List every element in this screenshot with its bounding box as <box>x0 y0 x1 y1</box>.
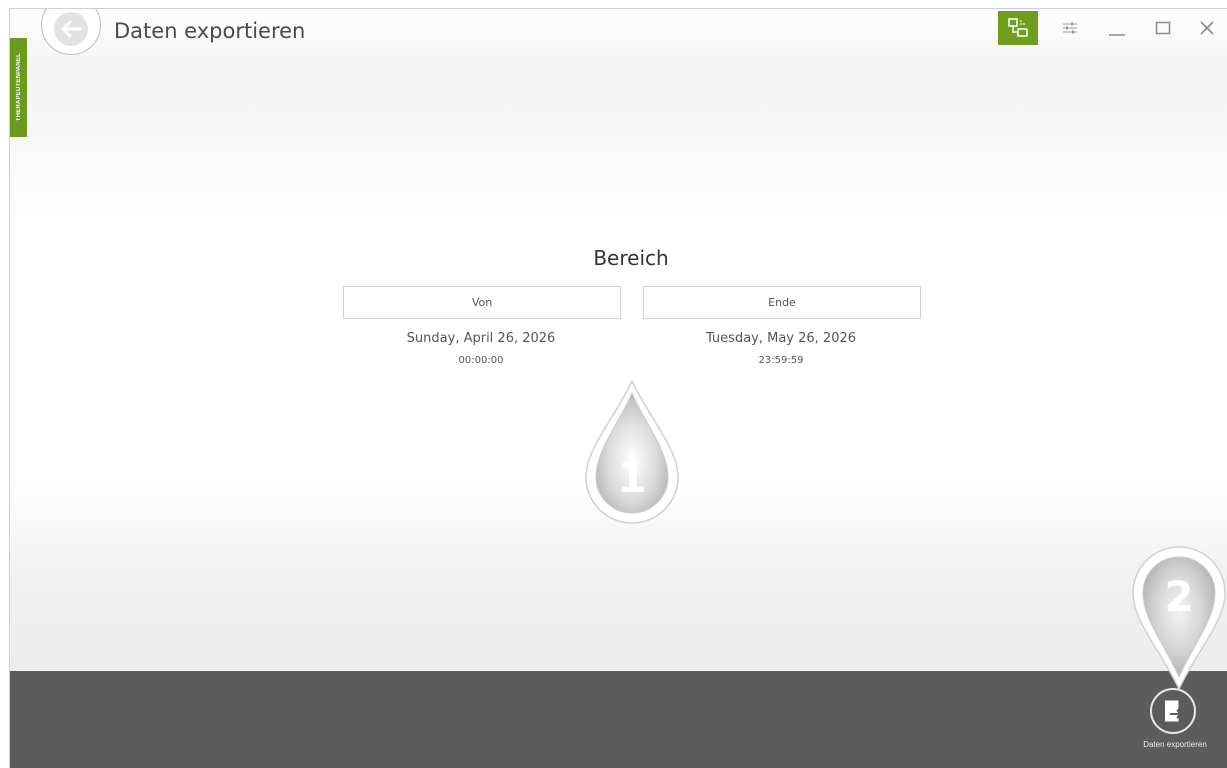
minimize-button[interactable] <box>1101 11 1133 45</box>
range-heading: Bereich <box>593 246 669 270</box>
network-devices-icon <box>1008 18 1028 37</box>
therapist-panel-label: THERAPEUTENPANEL <box>15 53 22 122</box>
close-button[interactable] <box>1191 11 1223 45</box>
app-window: THERAPEUTENPANEL Daten exportieren Berei… <box>9 8 1227 768</box>
end-date-value: Tuesday, May 26, 2026 <box>705 331 857 346</box>
minimize-icon <box>1109 34 1125 36</box>
maximize-button[interactable] <box>1147 11 1179 45</box>
back-arrow-icon <box>54 12 88 46</box>
close-icon <box>1200 21 1214 35</box>
export-document-icon <box>1164 700 1183 722</box>
therapist-panel-tab[interactable]: THERAPEUTENPANEL <box>10 38 27 137</box>
step-marker-1-label: 1 <box>617 453 646 502</box>
from-date-value: Sunday, April 26, 2026 <box>406 331 556 346</box>
end-date-button[interactable]: Ende <box>643 286 921 319</box>
settings-sliders-icon <box>1063 22 1077 34</box>
step-marker-1: 1 <box>585 379 679 524</box>
maximize-icon <box>1155 21 1171 35</box>
step-marker-2-label: 2 <box>1164 572 1193 621</box>
end-time-value: 23:59:59 <box>758 355 804 366</box>
back-button[interactable] <box>41 9 101 55</box>
export-data-label: Daten exportieren <box>1143 740 1207 749</box>
from-date-button[interactable]: Von <box>343 286 621 319</box>
settings-button[interactable] <box>1054 11 1086 45</box>
from-time-value: 00:00:00 <box>458 355 504 366</box>
step-marker-2: 2 <box>1132 546 1226 691</box>
network-devices-button[interactable] <box>998 11 1038 45</box>
page-title: Daten exportieren <box>114 19 306 43</box>
export-data-button[interactable] <box>1150 688 1196 734</box>
bottom-action-bar: Daten exportieren <box>10 671 1227 768</box>
